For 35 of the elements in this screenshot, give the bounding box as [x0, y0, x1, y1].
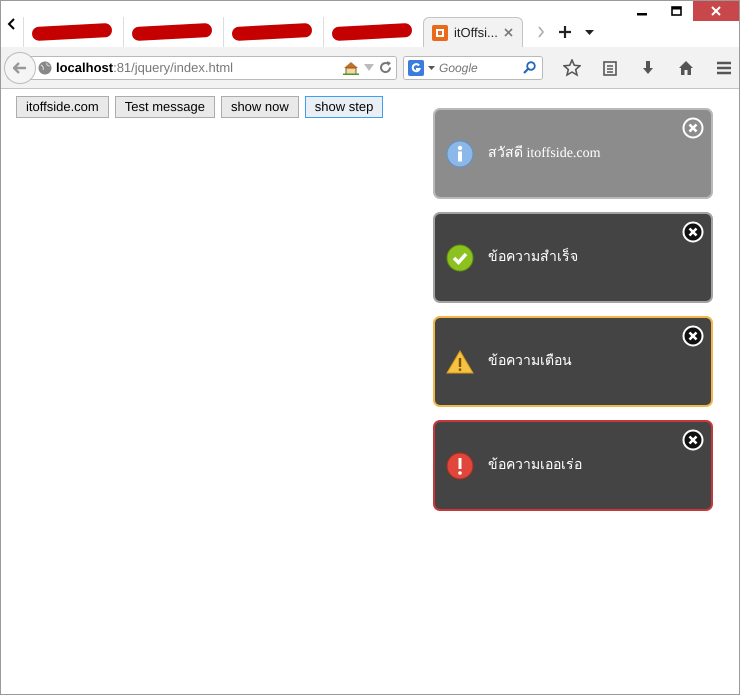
page-button[interactable]: itoffside.com	[16, 96, 109, 118]
maximize-icon	[670, 6, 682, 16]
tab-close-icon[interactable]	[504, 28, 513, 37]
notification-message: ข้อความเตือน	[488, 352, 572, 371]
error-icon	[446, 452, 474, 480]
page-button[interactable]: Test message	[114, 96, 215, 118]
home-icon[interactable]	[343, 60, 359, 74]
close-icon	[711, 6, 721, 16]
close-window-button[interactable]	[693, 1, 739, 21]
new-tab-icon[interactable]	[559, 26, 571, 38]
warning-icon	[446, 348, 474, 376]
url-text: localhost:81/jquery/index.html	[56, 58, 234, 77]
caret-icon[interactable]	[428, 66, 435, 70]
notification-message: สวัสดี itoffside.com	[488, 144, 601, 163]
search-bar[interactable]: Google	[403, 56, 543, 80]
notification-message: ข้อความเออเร่อ	[488, 456, 582, 475]
close-icon[interactable]	[682, 221, 704, 243]
tab-title: itOffsi...	[454, 24, 498, 42]
back-button[interactable]	[4, 52, 36, 84]
notification-message: ข้อความสำเร็จ	[488, 247, 578, 268]
close-icon[interactable]	[682, 325, 704, 347]
browser-tab[interactable]: itOffsi...	[423, 17, 523, 47]
close-icon[interactable]	[682, 429, 704, 451]
checkmark-icon	[446, 244, 474, 272]
minimize-icon	[637, 12, 647, 16]
favicon-icon	[432, 24, 448, 40]
search-icon[interactable]	[523, 61, 536, 74]
globe-icon	[38, 60, 52, 74]
page-button[interactable]: show step	[304, 96, 384, 118]
page-button[interactable]: show now	[220, 96, 299, 118]
info-icon	[446, 140, 474, 168]
search-engine-icon[interactable]	[408, 60, 424, 76]
tab-list-caret-icon[interactable]	[585, 30, 594, 34]
reload-icon[interactable]	[379, 61, 392, 74]
back-arrow-icon	[13, 62, 27, 74]
